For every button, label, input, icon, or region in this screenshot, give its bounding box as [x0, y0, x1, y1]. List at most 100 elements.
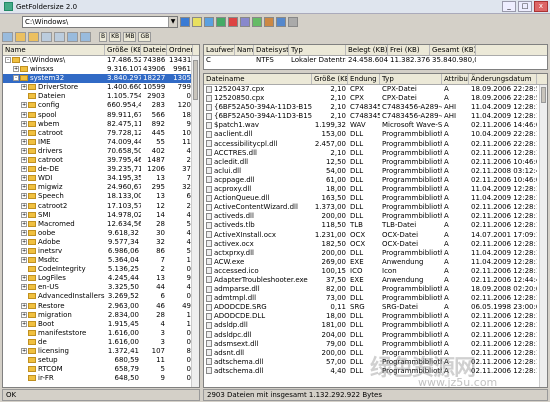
unit-kb-button[interactable]: KB: [109, 31, 122, 42]
col-header-used[interactable]: Belegt (KB): [346, 45, 388, 55]
maximize-button[interactable]: □: [518, 1, 532, 12]
file-row[interactable]: ADODCDE.DLL 18,00 DLL ProgrammbibliothekA 02…: [204, 312, 547, 321]
col-header-files[interactable]: Dateien: [141, 45, 167, 55]
col-header-extension[interactable]: Endung: [348, 74, 380, 84]
col-header-total[interactable]: Gesamt (KB): [430, 45, 476, 55]
tree-row[interactable]: + spool 89.911,67 566 18: [3, 111, 199, 120]
folder-icon[interactable]: [15, 31, 26, 42]
expand-icon[interactable]: +: [21, 275, 27, 282]
tree-row[interactable]: + IME 74.009,44 55 11: [3, 138, 199, 147]
tree-row[interactable]: + catroot 39.795,46 1487 2: [3, 156, 199, 165]
tree-row[interactable]: Dateien 1.105.754,81 2903 0: [3, 92, 199, 101]
col-header-name[interactable]: Name: [3, 45, 105, 55]
file-row[interactable]: {6BF52A50-394A-11D3-B153-00C04F79FAA6} 2,…: [204, 103, 547, 112]
expand-icon[interactable]: +: [21, 202, 27, 209]
file-row[interactable]: acledit.dll 12,50 DLL ProgrammbibliothekA 02…: [204, 158, 547, 167]
tree-row[interactable]: + catroot 79.728,12 445 10: [3, 129, 199, 138]
tree-row[interactable]: + Macromed 12.634,56 28 5: [3, 220, 199, 229]
expand-icon[interactable]: +: [21, 102, 27, 109]
col-header-attributes[interactable]: Attribute: [442, 74, 469, 84]
tree-row[interactable]: + migwiz 24.960,67 295 32: [3, 183, 199, 192]
tree-row[interactable]: RTCOM 658,79 5 0: [3, 365, 199, 374]
file-row[interactable]: adsldpc.dll 204,00DLL ProgrammbibliothekA 0…: [204, 331, 547, 340]
file-row[interactable]: ActionQueue.dll 163,50DLL Programmbiblioth…: [204, 194, 547, 203]
expand-icon[interactable]: +: [21, 157, 27, 164]
expand-icon[interactable]: +: [21, 129, 27, 136]
chart-view-icon[interactable]: [80, 31, 91, 42]
tree-scrollbar[interactable]: [191, 56, 199, 387]
unit-mb-button[interactable]: MB: [123, 31, 137, 42]
file-row[interactable]: admtmpl.dll 73,00 DLL ProgrammbibliothekA 02…: [204, 294, 547, 303]
settings-icon[interactable]: [276, 17, 286, 27]
expand-icon[interactable]: +: [21, 220, 27, 227]
file-row[interactable]: aclui.dll 54,00 DLL ProgrammbibliothekA 02.1…: [204, 167, 547, 176]
tree-row[interactable]: ir-FR 648,50 9 0: [3, 374, 199, 383]
expand-icon[interactable]: +: [21, 184, 27, 191]
tree-row[interactable]: + migration 2.834,00 28 1: [3, 311, 199, 320]
expand-icon[interactable]: +: [21, 175, 27, 182]
expand-icon[interactable]: +: [21, 147, 27, 154]
expand-icon[interactable]: +: [21, 211, 27, 218]
tree-row[interactable]: setup 680,59 11 0: [3, 356, 199, 365]
tree-row[interactable]: + catroot2 17.103,57 12 2: [3, 202, 199, 211]
tree-row[interactable]: CodeIntegrity 5.136,25 2 0: [3, 265, 199, 274]
file-row[interactable]: ACW.exe 269,00 EXE Anwendung A 11.04.2009 12:…: [204, 258, 547, 267]
chart-icon[interactable]: [264, 17, 274, 27]
col-header-filetype[interactable]: Typ: [380, 74, 442, 84]
expand-icon[interactable]: +: [21, 257, 27, 264]
file-row[interactable]: {6BF52A50-394A-11D3-B153-00C04F79FAA6} 2,…: [204, 112, 547, 121]
help-icon[interactable]: [288, 17, 298, 27]
collapse-icon[interactable]: -: [5, 57, 11, 63]
details-view-icon[interactable]: [54, 31, 65, 42]
file-row[interactable]: adsldp.dll 181,00DLL ProgrammbibliothekA 02…: [204, 321, 547, 330]
col-header-modified[interactable]: Änderungsdatum: [469, 74, 537, 84]
tree-row[interactable]: + SMI 14.978,02 14 4: [3, 211, 199, 220]
file-row[interactable]: accessibilitycpl.dll 2.457,00 DLL Programmb…: [204, 140, 547, 149]
col-header-folders[interactable]: Ordner: [167, 45, 193, 55]
file-row[interactable]: ACCTRES.dll 2,10 DLL ProgrammbibliothekA 02.…: [204, 149, 547, 158]
unit-gb-button[interactable]: GB: [138, 31, 152, 42]
tree-row[interactable]: + Restore 2.963,00 46 49: [3, 302, 199, 311]
expand-icon[interactable]: +: [21, 138, 27, 145]
tree-row[interactable]: + Boot 1.915,45 4 1: [3, 320, 199, 329]
chevron-down-icon[interactable]: ▼: [168, 17, 177, 27]
expand-icon[interactable]: +: [21, 193, 27, 200]
tree-row[interactable]: + wbem 82.475,11 892 9: [3, 120, 199, 129]
expand-icon[interactable]: +: [21, 311, 27, 318]
expand-icon[interactable]: +: [21, 302, 27, 309]
expand-icon[interactable]: +: [21, 111, 27, 118]
file-row[interactable]: $patch1.wav 1.199,32 WAV Microsoft Wave-Sou…: [204, 121, 547, 130]
close-button[interactable]: x: [534, 1, 548, 12]
tree-row[interactable]: + LogFiles 4.245,44 13 9: [3, 274, 199, 283]
expand-icon[interactable]: +: [21, 320, 27, 327]
tree-row[interactable]: + oobe 9.618,32 30 4: [3, 229, 199, 238]
file-row[interactable]: acproxy.dll 18,00 DLL ProgrammbibliothekA 11…: [204, 185, 547, 194]
tree-row[interactable]: + DriverStore 1.400.660,1610599 799: [3, 83, 199, 92]
expand-icon[interactable]: +: [21, 120, 27, 127]
tiles-view-icon[interactable]: [67, 31, 78, 42]
file-list-scrollbar[interactable]: [539, 85, 547, 387]
tree-row[interactable]: + config 660.954,42 283 120: [3, 101, 199, 110]
tree-row[interactable]: + Msdtc 5.364,04 7 1: [3, 256, 199, 265]
drive-info-panel[interactable]: Laufwerk Name Dateisystem Typ Belegt (KB…: [203, 44, 548, 70]
file-row[interactable]: ActiveContentWizard.dll 1.373,00 DLL Progra…: [204, 203, 547, 212]
file-row[interactable]: accessed.ico 100,15 ICO Icon A 02.11.2006 12:…: [204, 267, 547, 276]
file-row[interactable]: aaclient.dll 153,00DLL ProgrammbibliothekA…: [204, 130, 547, 139]
path-combobox[interactable]: C:\Windows\ ▼: [22, 16, 178, 28]
expand-icon[interactable]: +: [21, 348, 27, 354]
folder-open-icon[interactable]: [192, 17, 202, 27]
file-row[interactable]: ADODCDE.SRG 0,11 SRG SRG-Datei A 06.05.1998 2…: [204, 303, 547, 312]
tree-row[interactable]: - C:\Windows\ 17.486.520,497438613431: [3, 56, 199, 65]
expand-icon[interactable]: +: [21, 247, 27, 254]
file-row[interactable]: 12520437.cpx 2,10 CPX CPX-Datei A 18.09.2006 …: [204, 85, 547, 94]
unit-b-button[interactable]: B: [99, 31, 108, 42]
file-row[interactable]: 12520850.cpx 2,10 CPX CPX-Datei A 18.09.2006 …: [204, 94, 547, 103]
expand-icon[interactable]: +: [21, 84, 27, 91]
tree-row[interactable]: + drivers 70.658,50 402 4: [3, 147, 199, 156]
tree-row[interactable]: + winsxs 9.316.107,7843906 9961: [3, 65, 199, 74]
tree-row[interactable]: manifeststore 1.616,00 3 0: [3, 329, 199, 338]
col-header-free[interactable]: Frei (KB): [388, 45, 430, 55]
file-row[interactable]: admparse.dll 82,00 DLL ProgrammbibliothekA 1…: [204, 285, 547, 294]
file-row[interactable]: adsmsext.dll 79,00 DLL ProgrammbibliothekA 0…: [204, 340, 547, 349]
tree-row[interactable]: + inetsrv 6.986,06 86 5: [3, 247, 199, 256]
